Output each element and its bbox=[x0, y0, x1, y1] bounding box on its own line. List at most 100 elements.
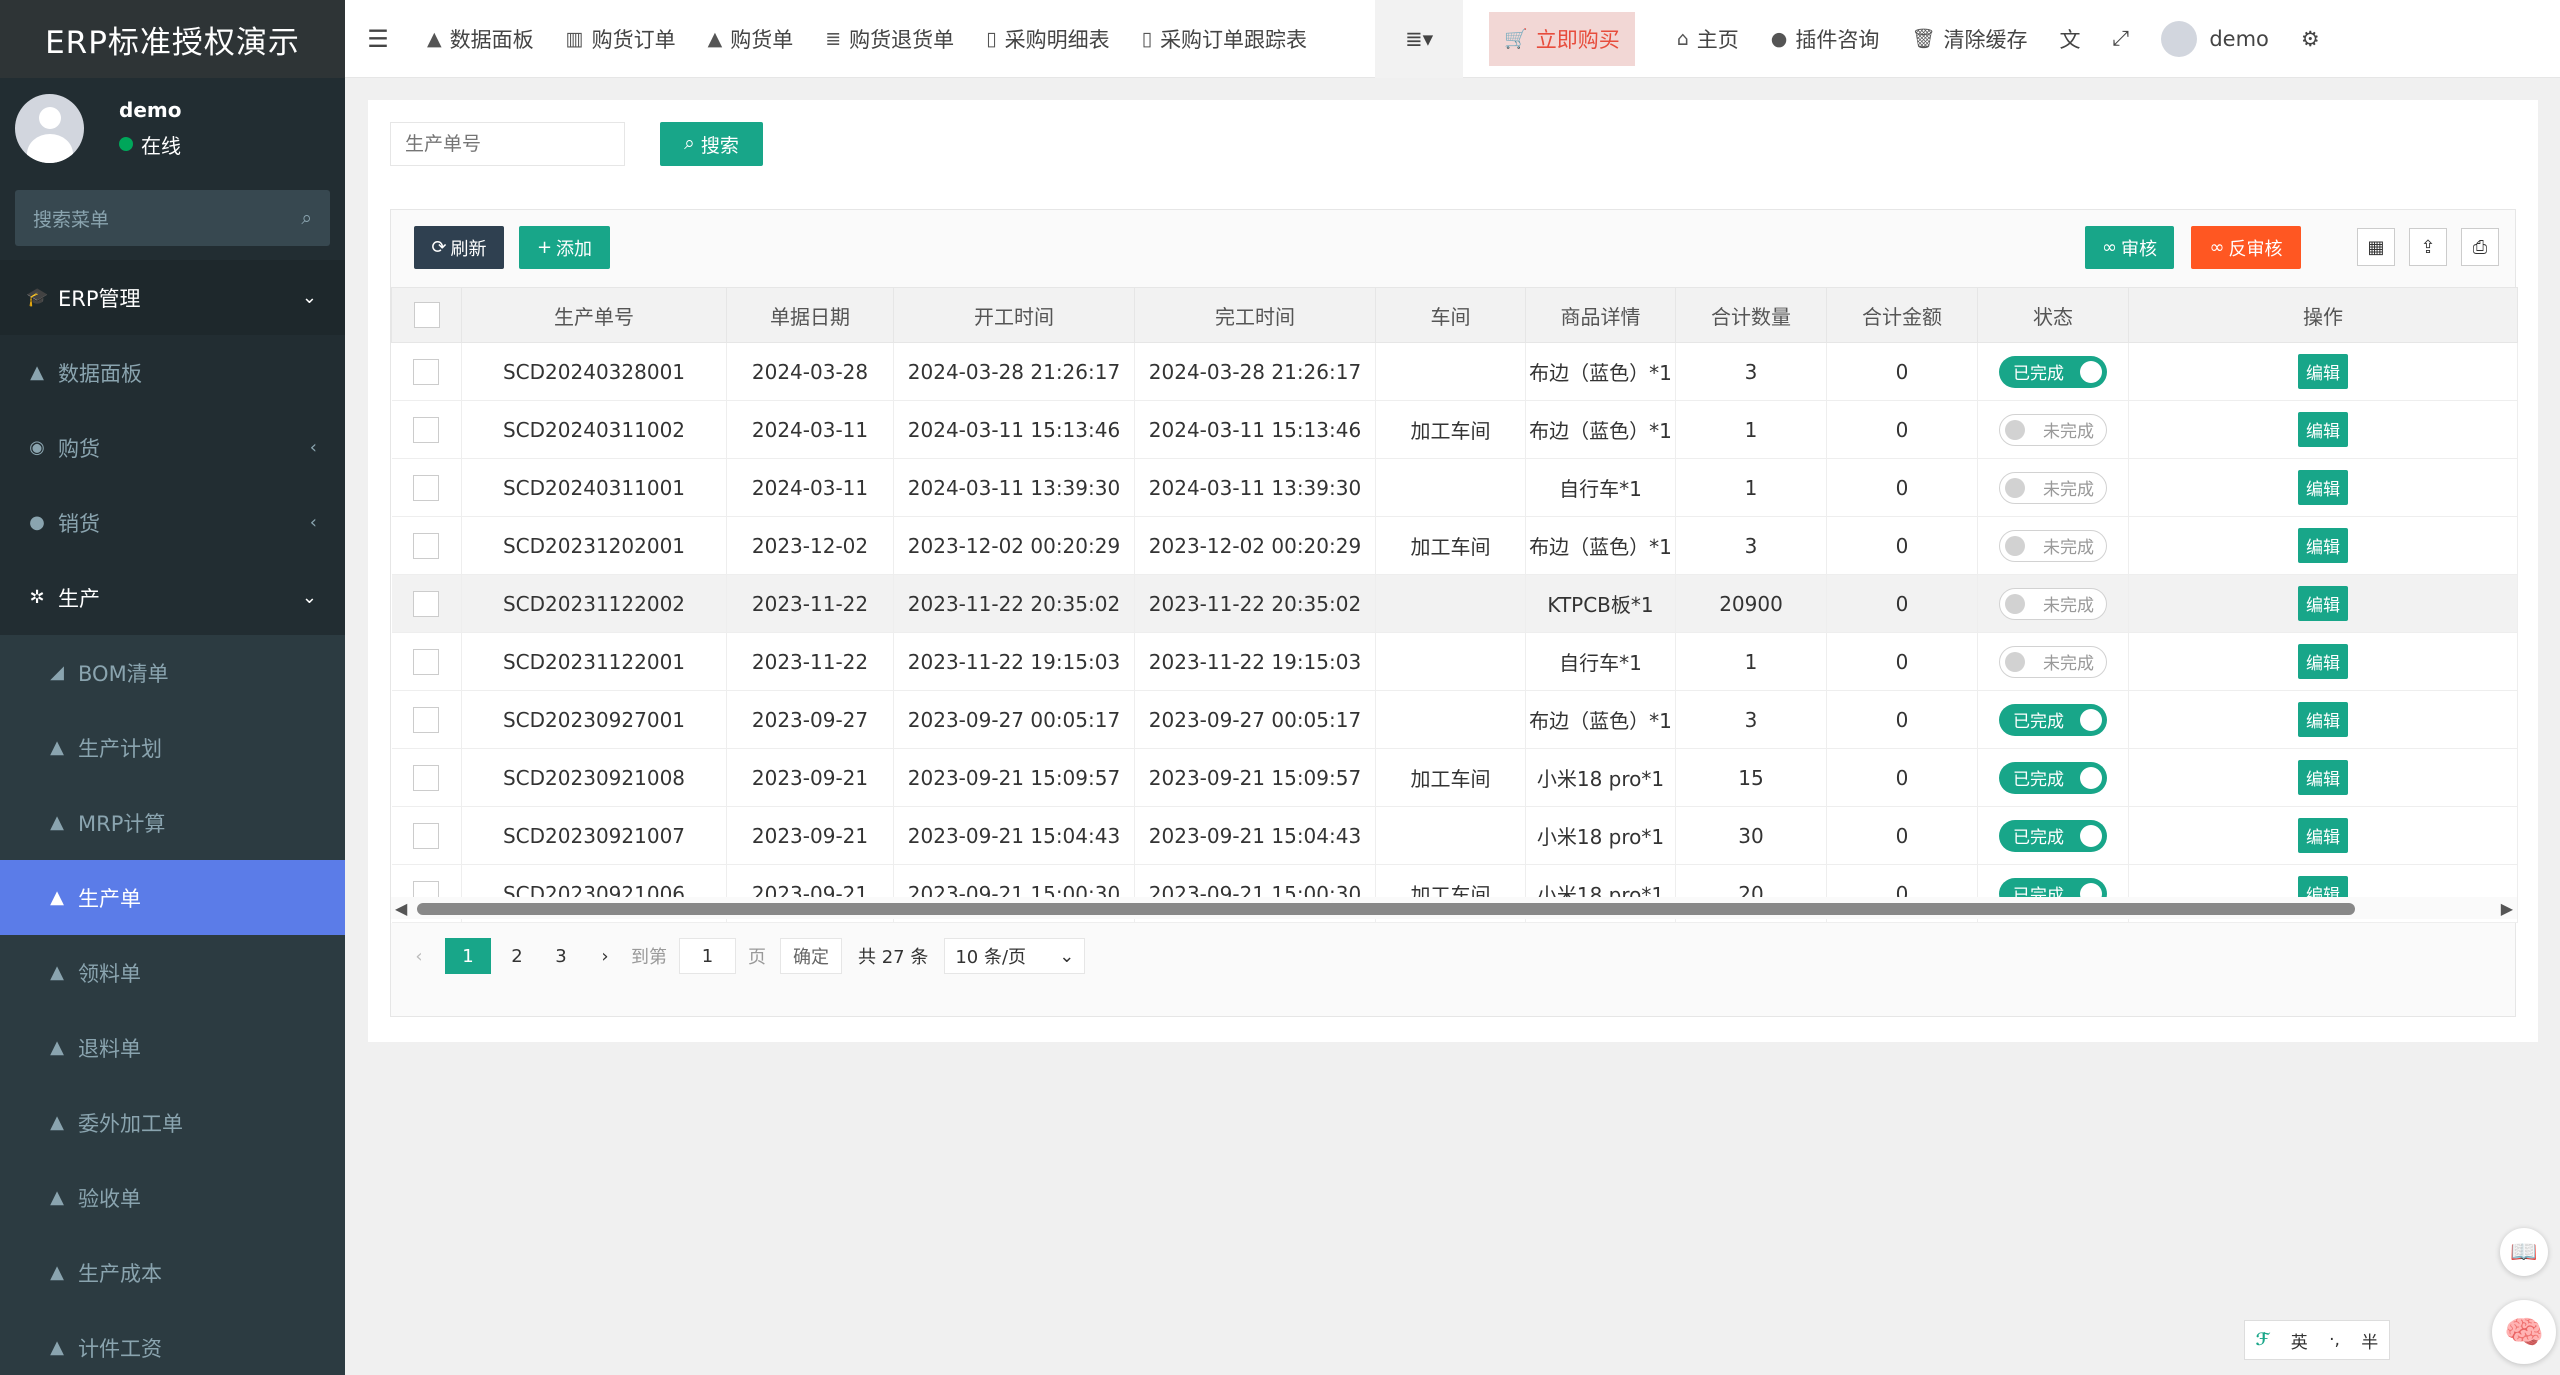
sidebar-item-acceptance[interactable]: ▲ 验收单 bbox=[0, 1160, 345, 1235]
sidebar-item-production-cost[interactable]: ▲ 生产成本 bbox=[0, 1235, 345, 1310]
columns-icon[interactable]: ▦ bbox=[2357, 228, 2395, 266]
sidebar-item-sales[interactable]: ● 销货 ‹ bbox=[0, 485, 345, 560]
sidebar-item-production-order[interactable]: ▲ 生产单 bbox=[0, 860, 345, 935]
status-toggle[interactable]: 已完成 bbox=[1999, 703, 2107, 736]
table-row[interactable]: SCD20231202001 2023-12-02 2023-12-02 00:20… bbox=[391, 516, 2518, 575]
select-all-checkbox[interactable] bbox=[413, 302, 440, 329]
sidebar-item-material-return[interactable]: ▲ 退料单 bbox=[0, 1010, 345, 1085]
column-header[interactable]: 合计金额 bbox=[1826, 287, 1978, 343]
ime-mode-label[interactable]: 英 bbox=[2291, 1328, 2308, 1353]
prev-page-icon[interactable]: ‹ bbox=[401, 938, 437, 974]
edit-button[interactable]: 编辑 bbox=[2298, 586, 2348, 621]
column-header[interactable]: 状态 bbox=[1977, 287, 2129, 343]
refresh-button[interactable]: ⟳ 刷新 bbox=[414, 226, 504, 269]
column-header[interactable]: 车间 bbox=[1375, 287, 1526, 343]
goto-confirm-button[interactable]: 确定 bbox=[780, 938, 842, 974]
audit-button[interactable]: ∞ 审核 bbox=[2085, 226, 2174, 269]
column-header[interactable]: 单据日期 bbox=[726, 287, 894, 343]
status-toggle[interactable]: 已完成 bbox=[1999, 819, 2107, 852]
table-row[interactable]: SCD20240311002 2024-03-11 2024-03-11 15:13… bbox=[391, 400, 2518, 459]
scroll-left-icon[interactable]: ◀ bbox=[395, 899, 407, 918]
clear-cache-button[interactable]: 🗑 清除缓存 bbox=[1895, 0, 2043, 78]
column-header[interactable]: 完工时间 bbox=[1134, 287, 1376, 343]
sidebar-item-mrp[interactable]: ▲ MRP计算 bbox=[0, 785, 345, 860]
table-row[interactable]: SCD20231122002 2023-11-22 2023-11-22 20:35… bbox=[391, 574, 2518, 633]
unaudit-button[interactable]: ∞ 反审核 bbox=[2191, 226, 2301, 269]
next-page-icon[interactable]: › bbox=[587, 938, 623, 974]
sidebar-item-production[interactable]: ✲ 生产 ⌄ bbox=[0, 560, 345, 635]
export-icon[interactable]: ⇪ bbox=[2409, 228, 2447, 266]
status-toggle[interactable]: 未完成 bbox=[1999, 413, 2107, 446]
row-checkbox[interactable] bbox=[413, 474, 440, 501]
scroll-thumb[interactable] bbox=[417, 903, 2355, 915]
scroll-right-icon[interactable]: ▶ bbox=[2501, 899, 2513, 918]
search-icon[interactable]: ⌕ bbox=[301, 207, 312, 229]
status-toggle[interactable]: 未完成 bbox=[1999, 471, 2107, 504]
edit-button[interactable]: 编辑 bbox=[2298, 644, 2348, 679]
column-header[interactable]: 商品详情 bbox=[1525, 287, 1676, 343]
sidebar-item-dashboard[interactable]: ▲ 数据面板 bbox=[0, 335, 345, 410]
sidebar-item-outsourcing[interactable]: ▲ 委外加工单 bbox=[0, 1085, 345, 1160]
search-button[interactable]: ⌕ 搜索 bbox=[660, 122, 763, 166]
tab-purchase[interactable]: ▲ 购货单 bbox=[692, 0, 810, 78]
page-size-select[interactable]: 10 条/页 ⌄ bbox=[944, 938, 1086, 974]
user-menu[interactable]: demo bbox=[2145, 0, 2285, 78]
table-row[interactable]: SCD20230921008 2023-09-21 2023-09-21 15:09… bbox=[391, 748, 2518, 807]
home-link[interactable]: ⌂ 主页 bbox=[1661, 0, 1755, 78]
edit-button[interactable]: 编辑 bbox=[2298, 818, 2348, 853]
column-header[interactable]: 操作 bbox=[2128, 287, 2518, 343]
column-header[interactable]: 合计数量 bbox=[1675, 287, 1827, 343]
row-checkbox[interactable] bbox=[413, 416, 440, 443]
row-checkbox[interactable] bbox=[413, 532, 440, 559]
fullscreen-icon[interactable]: ⤢ bbox=[2097, 0, 2146, 78]
sidebar-item-purchase[interactable]: ◉ 购货 ‹ bbox=[0, 410, 345, 485]
tab-order-tracking[interactable]: ▯ 采购订单跟踪表 bbox=[1126, 0, 1323, 78]
tab-purchase-detail[interactable]: ▯ 采购明细表 bbox=[970, 0, 1125, 78]
status-toggle[interactable]: 未完成 bbox=[1999, 587, 2107, 620]
column-header[interactable]: 生产单号 bbox=[461, 287, 727, 343]
status-toggle[interactable]: 未完成 bbox=[1999, 529, 2107, 562]
order-number-search-input[interactable] bbox=[390, 122, 625, 166]
sidebar-item-bom[interactable]: ◢ BOM清单 bbox=[0, 635, 345, 710]
settings-icon[interactable]: ⚙ bbox=[2285, 0, 2336, 78]
row-checkbox[interactable] bbox=[413, 822, 440, 849]
table-row[interactable]: SCD20230927001 2023-09-27 2023-09-27 00:05… bbox=[391, 690, 2518, 749]
horizontal-scrollbar[interactable]: ◀ ▶ bbox=[391, 897, 2517, 919]
ime-width-label[interactable]: 半 bbox=[2361, 1328, 2378, 1353]
row-checkbox[interactable] bbox=[413, 706, 440, 733]
goto-page-input[interactable]: 1 bbox=[679, 938, 736, 974]
tab-purchase-order[interactable]: ▥ 购货订单 bbox=[550, 0, 692, 78]
book-icon[interactable]: 📖 bbox=[2500, 1228, 2548, 1276]
row-checkbox[interactable] bbox=[413, 764, 440, 791]
tab-dashboard[interactable]: ▲ 数据面板 bbox=[411, 0, 550, 78]
table-row[interactable]: SCD20231122001 2023-11-22 2023-11-22 19:15… bbox=[391, 632, 2518, 691]
sidebar-item-piece-wage[interactable]: ▲ 计件工资 bbox=[0, 1310, 345, 1375]
sidebar-item-erp[interactable]: 🎓 ERP管理 ⌄ bbox=[0, 260, 345, 335]
table-row[interactable]: SCD20240311001 2024-03-11 2024-03-11 13:39… bbox=[391, 458, 2518, 517]
page-3-button[interactable]: 3 bbox=[543, 938, 579, 974]
column-header[interactable]: 开工时间 bbox=[893, 287, 1135, 343]
ime-punct-label[interactable]: ·, bbox=[2329, 1330, 2340, 1350]
add-button[interactable]: + 添加 bbox=[519, 226, 610, 269]
status-toggle[interactable]: 已完成 bbox=[1999, 355, 2107, 388]
app-logo[interactable]: ERP标准授权演示 bbox=[0, 0, 345, 78]
sidebar-search-input[interactable]: 搜索菜单 ⌕ bbox=[15, 190, 330, 246]
status-toggle[interactable]: 未完成 bbox=[1999, 645, 2107, 678]
row-checkbox[interactable] bbox=[413, 648, 440, 675]
edit-button[interactable]: 编辑 bbox=[2298, 470, 2348, 505]
edit-button[interactable]: 编辑 bbox=[2298, 412, 2348, 447]
row-checkbox[interactable] bbox=[413, 358, 440, 385]
sidebar-item-material-requisition[interactable]: ▲ 领料单 bbox=[0, 935, 345, 1010]
sidebar-item-production-plan[interactable]: ▲ 生产计划 bbox=[0, 710, 345, 785]
tab-purchase-return[interactable]: ≣ 购货退货单 bbox=[809, 0, 970, 78]
ime-toolbar[interactable]: ℱ 英 ·, 半 bbox=[2244, 1320, 2390, 1360]
print-icon[interactable]: ⎙ bbox=[2461, 228, 2499, 266]
translate-icon[interactable]: 文 bbox=[2044, 0, 2097, 78]
table-row[interactable]: SCD20240328001 2024-03-28 2024-03-28 21:26… bbox=[391, 342, 2518, 401]
row-checkbox[interactable] bbox=[413, 590, 440, 617]
menu-toggle-icon[interactable]: ☰ bbox=[345, 0, 411, 78]
ai-assistant-icon[interactable]: 🧠 bbox=[2492, 1300, 2556, 1364]
status-toggle[interactable]: 已完成 bbox=[1999, 761, 2107, 794]
edit-button[interactable]: 编辑 bbox=[2298, 528, 2348, 563]
plugin-consult-link[interactable]: ● 插件咨询 bbox=[1755, 0, 1896, 78]
